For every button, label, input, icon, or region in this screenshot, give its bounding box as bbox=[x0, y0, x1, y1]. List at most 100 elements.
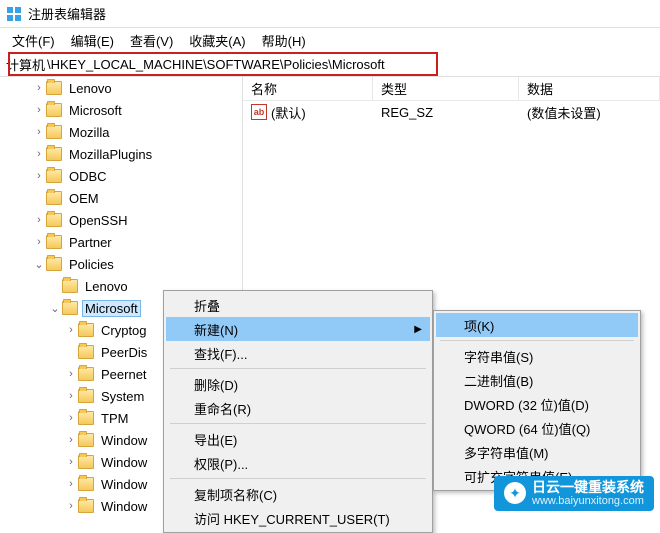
tree-node-label: Cryptog bbox=[98, 322, 150, 339]
tree-node-label: MozillaPlugins bbox=[66, 146, 155, 163]
chevron-right-icon[interactable]: › bbox=[64, 368, 78, 380]
menu-item[interactable]: 字符串值(S) bbox=[436, 344, 638, 368]
tree-node[interactable]: ›Mozilla bbox=[0, 121, 238, 143]
menu-item[interactable]: 导出(E) bbox=[166, 427, 430, 451]
chevron-right-icon[interactable]: › bbox=[64, 500, 78, 512]
menu-file[interactable]: 文件(F) bbox=[4, 29, 63, 52]
menu-item[interactable]: 重命名(R) bbox=[166, 396, 430, 420]
menu-separator bbox=[170, 423, 426, 424]
menubar: 文件(F) 编辑(E) 查看(V) 收藏夹(A) 帮助(H) bbox=[0, 28, 660, 52]
folder-icon bbox=[46, 191, 62, 205]
tree-node-label: Lenovo bbox=[66, 80, 115, 97]
chevron-right-icon[interactable]: › bbox=[64, 412, 78, 424]
chevron-down-icon[interactable]: ⌄ bbox=[32, 258, 46, 271]
menu-item-label: QWORD (64 位)值(Q) bbox=[464, 419, 590, 438]
menu-item[interactable]: 权限(P)... bbox=[166, 451, 430, 475]
tree-node[interactable]: ›ODBC bbox=[0, 165, 238, 187]
menu-item-label: 权限(P)... bbox=[194, 454, 248, 473]
chevron-right-icon[interactable]: › bbox=[64, 478, 78, 490]
folder-icon bbox=[46, 147, 62, 161]
menu-item[interactable]: 查找(F)... bbox=[166, 341, 430, 365]
menu-separator bbox=[170, 368, 426, 369]
menu-item[interactable]: 删除(D) bbox=[166, 372, 430, 396]
menu-item-label: 导出(E) bbox=[194, 430, 237, 449]
folder-icon bbox=[78, 477, 94, 491]
menu-item-label: DWORD (32 位)值(D) bbox=[464, 395, 589, 414]
tree-node-label: TPM bbox=[98, 410, 131, 427]
menu-edit[interactable]: 编辑(E) bbox=[63, 29, 122, 52]
chevron-right-icon[interactable]: › bbox=[32, 126, 46, 138]
chevron-right-icon[interactable]: › bbox=[32, 104, 46, 116]
menu-item[interactable]: DWORD (32 位)值(D) bbox=[436, 392, 638, 416]
menu-item[interactable]: 复制项名称(C) bbox=[166, 482, 430, 506]
tree-node-label: Window bbox=[98, 454, 150, 471]
tree-node-label: Window bbox=[98, 476, 150, 493]
chevron-right-icon[interactable]: › bbox=[64, 324, 78, 336]
folder-icon bbox=[78, 433, 94, 447]
menu-item[interactable]: 多字符串值(M) bbox=[436, 440, 638, 464]
menu-item[interactable]: 二进制值(B) bbox=[436, 368, 638, 392]
tree-node-label: Microsoft bbox=[82, 300, 141, 317]
tree-node-label: Policies bbox=[66, 256, 117, 273]
chevron-down-icon[interactable]: ⌄ bbox=[48, 302, 62, 315]
list-row[interactable]: ab (默认) REG_SZ (数值未设置) bbox=[243, 101, 660, 123]
tree-node[interactable]: OEM bbox=[0, 187, 238, 209]
watermark-brand: 日云一键重装系统 bbox=[532, 480, 644, 495]
folder-icon bbox=[62, 301, 78, 315]
chevron-right-icon[interactable]: › bbox=[64, 456, 78, 468]
folder-icon bbox=[78, 411, 94, 425]
menu-item-label: 新建(N) bbox=[194, 320, 238, 339]
tree-node[interactable]: › Lenovo bbox=[0, 77, 238, 99]
bird-icon: ✦ bbox=[504, 482, 526, 504]
cell-name: ab (默认) bbox=[243, 103, 373, 122]
chevron-right-icon[interactable]: › bbox=[32, 148, 46, 160]
value-name: (默认) bbox=[271, 103, 306, 122]
col-data[interactable]: 数据 bbox=[519, 77, 660, 100]
cell-type: REG_SZ bbox=[373, 105, 519, 120]
watermark: ✦ 日云一键重装系统 www.baiyunxitong.com bbox=[494, 476, 654, 511]
menu-item[interactable]: 折叠 bbox=[166, 293, 430, 317]
submenu-arrow-icon: ▶ bbox=[414, 324, 422, 335]
tree-node[interactable]: ›Partner bbox=[0, 231, 238, 253]
folder-icon bbox=[62, 279, 78, 293]
menu-favorites[interactable]: 收藏夹(A) bbox=[181, 29, 253, 52]
chevron-right-icon[interactable]: › bbox=[32, 82, 46, 94]
string-value-icon: ab bbox=[251, 104, 267, 120]
menu-item[interactable]: 新建(N) ▶ bbox=[166, 317, 430, 341]
menu-view[interactable]: 查看(V) bbox=[122, 29, 181, 52]
chevron-right-icon[interactable]: › bbox=[64, 390, 78, 402]
folder-icon bbox=[46, 235, 62, 249]
address-root-label: 计算机 bbox=[6, 55, 45, 74]
chevron-right-icon[interactable]: › bbox=[32, 236, 46, 248]
address-path: \HKEY_LOCAL_MACHINE\SOFTWARE\Policies\Mi… bbox=[47, 57, 385, 72]
address-bar[interactable]: 计算机 \HKEY_LOCAL_MACHINE\SOFTWARE\Policie… bbox=[0, 52, 660, 76]
menu-item[interactable]: 访问 HKEY_CURRENT_USER(T) bbox=[166, 506, 430, 530]
context-submenu-new[interactable]: 项(K) 字符串值(S) 二进制值(B) DWORD (32 位)值(D) QWORD … bbox=[433, 310, 641, 491]
menu-help[interactable]: 帮助(H) bbox=[254, 29, 314, 52]
tree-node-label: Microsoft bbox=[66, 102, 125, 119]
tree-node[interactable]: ›OpenSSH bbox=[0, 209, 238, 231]
tree-node-label: Lenovo bbox=[82, 278, 131, 295]
menu-item-label: 重命名(R) bbox=[194, 399, 251, 418]
menu-item-label: 多字符串值(M) bbox=[464, 443, 549, 462]
menu-separator bbox=[170, 478, 426, 479]
folder-icon bbox=[78, 367, 94, 381]
col-type[interactable]: 类型 bbox=[373, 77, 519, 100]
menu-item-label: 删除(D) bbox=[194, 375, 238, 394]
menu-item[interactable]: 项(K) bbox=[436, 313, 638, 337]
menu-separator bbox=[440, 340, 634, 341]
context-menu[interactable]: 折叠新建(N) ▶ 查找(F)... 删除(D) 重命名(R) 导出(E) 权限(P)...… bbox=[163, 290, 433, 533]
chevron-right-icon[interactable]: › bbox=[64, 434, 78, 446]
menu-item-label: 折叠 bbox=[194, 296, 220, 315]
tree-node-label: Window bbox=[98, 432, 150, 449]
tree-node[interactable]: › MozillaPlugins bbox=[0, 143, 238, 165]
tree-node-label: System bbox=[98, 388, 147, 405]
folder-icon bbox=[46, 81, 62, 95]
chevron-right-icon[interactable]: › bbox=[32, 214, 46, 226]
tree-node[interactable]: › Microsoft bbox=[0, 99, 238, 121]
col-name[interactable]: 名称 bbox=[243, 77, 373, 100]
chevron-right-icon[interactable]: › bbox=[32, 170, 46, 182]
menu-item-label: 二进制值(B) bbox=[464, 371, 533, 390]
tree-node[interactable]: ⌄ Policies bbox=[0, 253, 238, 275]
menu-item[interactable]: QWORD (64 位)值(Q) bbox=[436, 416, 638, 440]
